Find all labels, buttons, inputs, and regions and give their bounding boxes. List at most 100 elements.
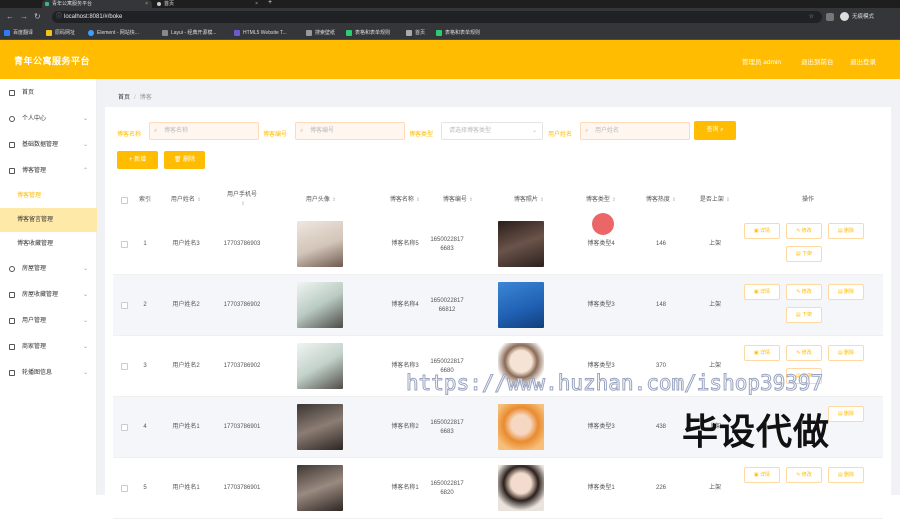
sort-icon[interactable]: ⇕: [332, 196, 336, 205]
col-blog-type[interactable]: 博客类型 ⇕: [575, 186, 627, 214]
row-checkbox[interactable]: [121, 424, 128, 431]
search-icon: ⌕: [300, 128, 304, 134]
sidebar-item-house-favorites[interactable]: 房屋收藏管理 ⌄: [0, 282, 97, 308]
bookmark-item[interactable]: 搜索壁纸: [306, 26, 335, 40]
sidebar-item-house[interactable]: 房屋管理 ⌄: [0, 256, 97, 282]
detail-button[interactable]: ▣ 详情: [744, 345, 780, 361]
user-avatar-image: [297, 221, 343, 267]
breadcrumb-home[interactable]: 首页: [118, 95, 130, 101]
reload-icon[interactable]: ↻: [34, 12, 41, 22]
sidebar-item-basic-data[interactable]: 基础数据管理 ⌄: [0, 132, 97, 158]
col-blog-code[interactable]: 博客编号 ⇕: [431, 186, 485, 214]
delete-button[interactable]: ▤ 删除: [828, 223, 864, 239]
forward-icon[interactable]: →: [20, 12, 28, 22]
table-row: 5 用户姓名1 17703786901 博客名称1 16500228176820…: [113, 458, 883, 519]
row-checkbox[interactable]: [121, 302, 128, 309]
cell-index: 5: [143, 485, 147, 491]
takedown-button[interactable]: ▤ 下架: [786, 307, 822, 323]
sidebar-item-users[interactable]: 用户管理 ⌄: [0, 308, 97, 334]
sort-icon[interactable]: ⇕: [197, 196, 201, 205]
bookmark-star-icon[interactable]: ☆: [809, 11, 814, 23]
info-icon[interactable]: ⓘ: [56, 11, 62, 23]
bookmark-item[interactable]: 百度翻译: [4, 26, 33, 40]
edit-button[interactable]: ✎ 修改: [786, 284, 822, 300]
sidebar-item-label: 个人中心: [22, 116, 47, 122]
bookmark-item[interactable]: 首页: [406, 26, 425, 40]
tab-close-icon[interactable]: ×: [145, 0, 148, 8]
extension-icon[interactable]: [826, 13, 834, 21]
col-user-name[interactable]: 用户姓名 ⇕: [161, 186, 211, 214]
sidebar-subitem-blog-manage[interactable]: 博客管理: [0, 184, 97, 208]
cell-status: 上架: [708, 241, 721, 247]
col-status[interactable]: 是否上架 ⇕: [689, 186, 741, 214]
blog-code-input[interactable]: ⌕ 博客编号: [295, 122, 405, 140]
col-user-phone[interactable]: 用户手机号 ⇕: [217, 186, 267, 214]
sidebar-subitem-blog-comments[interactable]: 博客留言管理: [0, 208, 97, 232]
sort-icon[interactable]: ⇕: [241, 200, 245, 209]
sidebar-item-profile[interactable]: 个人中心 ⌄: [0, 106, 97, 132]
sort-icon[interactable]: ⇕: [540, 196, 544, 205]
col-blog-heat[interactable]: 博客热度 ⇕: [635, 186, 687, 214]
batch-delete-button[interactable]: 🗑 删除: [164, 151, 205, 169]
bookmark-item[interactable]: Layui - 经典开源模...: [162, 26, 217, 40]
cell-blog-type: 博客类型3: [587, 302, 615, 308]
bookmark-item[interactable]: Element - 网站快...: [88, 26, 139, 40]
delete-button[interactable]: ▤ 删除: [828, 467, 864, 483]
edit-button[interactable]: ✎ 修改: [786, 467, 822, 483]
add-button[interactable]: + 新增: [117, 151, 158, 169]
browser-tab[interactable]: 首页 ×: [154, 0, 262, 8]
sidebar-item-merchants[interactable]: 商家管理 ⌄: [0, 334, 97, 360]
delete-button[interactable]: ▤ 删除: [828, 406, 864, 422]
bookmark-item[interactable]: HTML5 Website T...: [234, 26, 287, 40]
detail-button[interactable]: ▣ 详情: [744, 223, 780, 239]
cell-blog-heat: 148: [655, 302, 666, 308]
browser-tab-active[interactable]: 青年公寓服务平台 ×: [42, 0, 152, 8]
logout-link[interactable]: 退出登录: [850, 56, 876, 66]
cell-blog-code: 165002281766812: [430, 297, 464, 313]
cell-blog-heat: 438: [655, 424, 666, 430]
cell-blog-type: 博客类型3: [587, 424, 615, 430]
cell-user-phone: 17703786902: [223, 363, 261, 369]
bookmark-item[interactable]: 表格和表单规则: [436, 26, 480, 40]
row-checkbox[interactable]: [121, 363, 128, 370]
sidebar-subitem-blog-favorites[interactable]: 博客收藏管理: [0, 232, 97, 256]
exit-to-frontend-link[interactable]: 退出到前台: [801, 56, 834, 66]
detail-button[interactable]: ▣ 详情: [744, 284, 780, 300]
blog-name-input[interactable]: ⌕ 博客名称: [149, 122, 259, 140]
bookmark-icon: [406, 30, 412, 36]
blog-type-select[interactable]: 请选择博客类型 ⌄: [441, 122, 543, 140]
takedown-button[interactable]: ▤ 下架: [786, 246, 822, 262]
search-icon: ⌕: [585, 128, 589, 134]
delete-button[interactable]: ▤ 删除: [828, 345, 864, 361]
col-blog-photo[interactable]: 博客照片 ⇕: [497, 186, 561, 214]
bookmark-item[interactable]: 原码网址: [46, 26, 75, 40]
edit-button[interactable]: ✎ 修改: [786, 223, 822, 239]
profile-button[interactable]: 无痕模式: [840, 12, 874, 22]
select-all-checkbox[interactable]: [120, 196, 128, 204]
row-checkbox[interactable]: [121, 241, 128, 248]
tab-close-icon[interactable]: ×: [255, 0, 258, 8]
sort-icon[interactable]: ⇕: [672, 196, 676, 205]
edit-button[interactable]: ✎ 修改: [786, 345, 822, 361]
bookmark-item[interactable]: 表格和表单规则: [346, 26, 390, 40]
detail-button[interactable]: ▣ 详情: [744, 467, 780, 483]
user-name-input[interactable]: ⌕ 用户姓名: [580, 122, 690, 140]
cell-blog-heat: 226: [655, 485, 666, 491]
sidebar-item-carousel[interactable]: 轮播图信息 ⌄: [0, 360, 97, 386]
new-tab-button[interactable]: +: [268, 0, 272, 6]
sort-icon[interactable]: ⇕: [469, 196, 473, 205]
col-blog-name[interactable]: 博客名称 ⇕: [375, 186, 435, 214]
chevron-down-icon: ⌄: [82, 344, 88, 350]
row-checkbox[interactable]: [121, 485, 128, 492]
sidebar-item-home[interactable]: 首页: [0, 80, 97, 106]
col-user-avatar[interactable]: 用户头像 ⇕: [293, 186, 349, 214]
query-button[interactable]: 查询 ⌕: [694, 121, 736, 140]
blog-photo-image: [498, 404, 544, 450]
sort-icon[interactable]: ⇕: [416, 196, 420, 205]
back-icon[interactable]: ←: [6, 12, 14, 22]
delete-button[interactable]: ▤ 删除: [828, 284, 864, 300]
sort-icon[interactable]: ⇕: [726, 196, 730, 205]
sidebar-item-blog[interactable]: 博客管理 ⌃: [0, 158, 97, 184]
url-field[interactable]: ⓘ localhost:8081/#/boke ☆: [52, 11, 822, 23]
sort-icon[interactable]: ⇕: [612, 196, 616, 205]
